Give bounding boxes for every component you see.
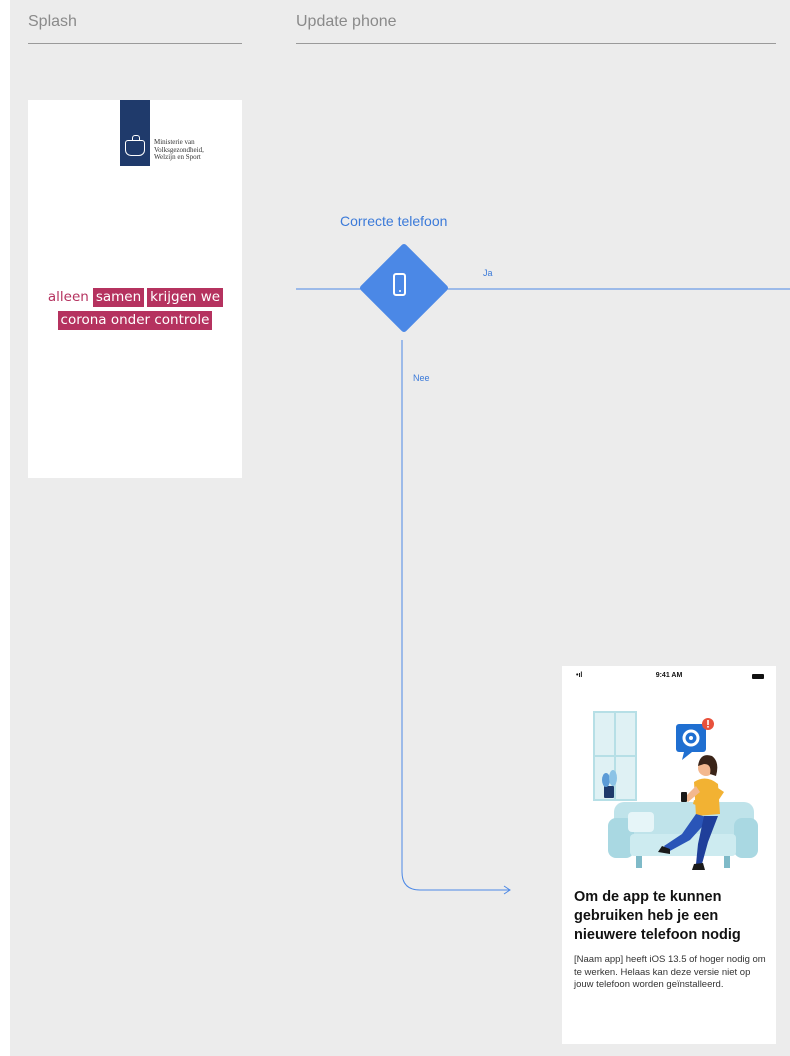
- person-on-sofa-illustration: [593, 711, 758, 870]
- status-time: 9:41 AM: [655, 672, 683, 679]
- update-phone-screen[interactable]: •ıl 9:41 AM Om de app te kunnen gebruike…: [562, 666, 776, 1044]
- edge-label-no: Nee: [413, 373, 430, 383]
- decision-title: Correcte telefoon: [340, 213, 448, 229]
- flow-canvas: Splash Update phone Ministerie van Volks…: [10, 0, 790, 1056]
- held-phone-icon: [681, 792, 687, 802]
- plant-pot: [604, 786, 614, 798]
- phone-icon: [393, 273, 406, 296]
- status-bar: •ıl 9:41 AM: [562, 670, 776, 684]
- battery-icon: [752, 674, 764, 679]
- screen-heading: Om de app te kunnen gebruiken heb je een…: [574, 889, 741, 943]
- screen-body-text: [Naam app] heeft iOS 13.5 of hoger nodig…: [574, 954, 766, 990]
- connector-no: [401, 340, 510, 891]
- edge-label-yes: Ja: [483, 268, 493, 278]
- sofa-arm-right: [734, 818, 758, 858]
